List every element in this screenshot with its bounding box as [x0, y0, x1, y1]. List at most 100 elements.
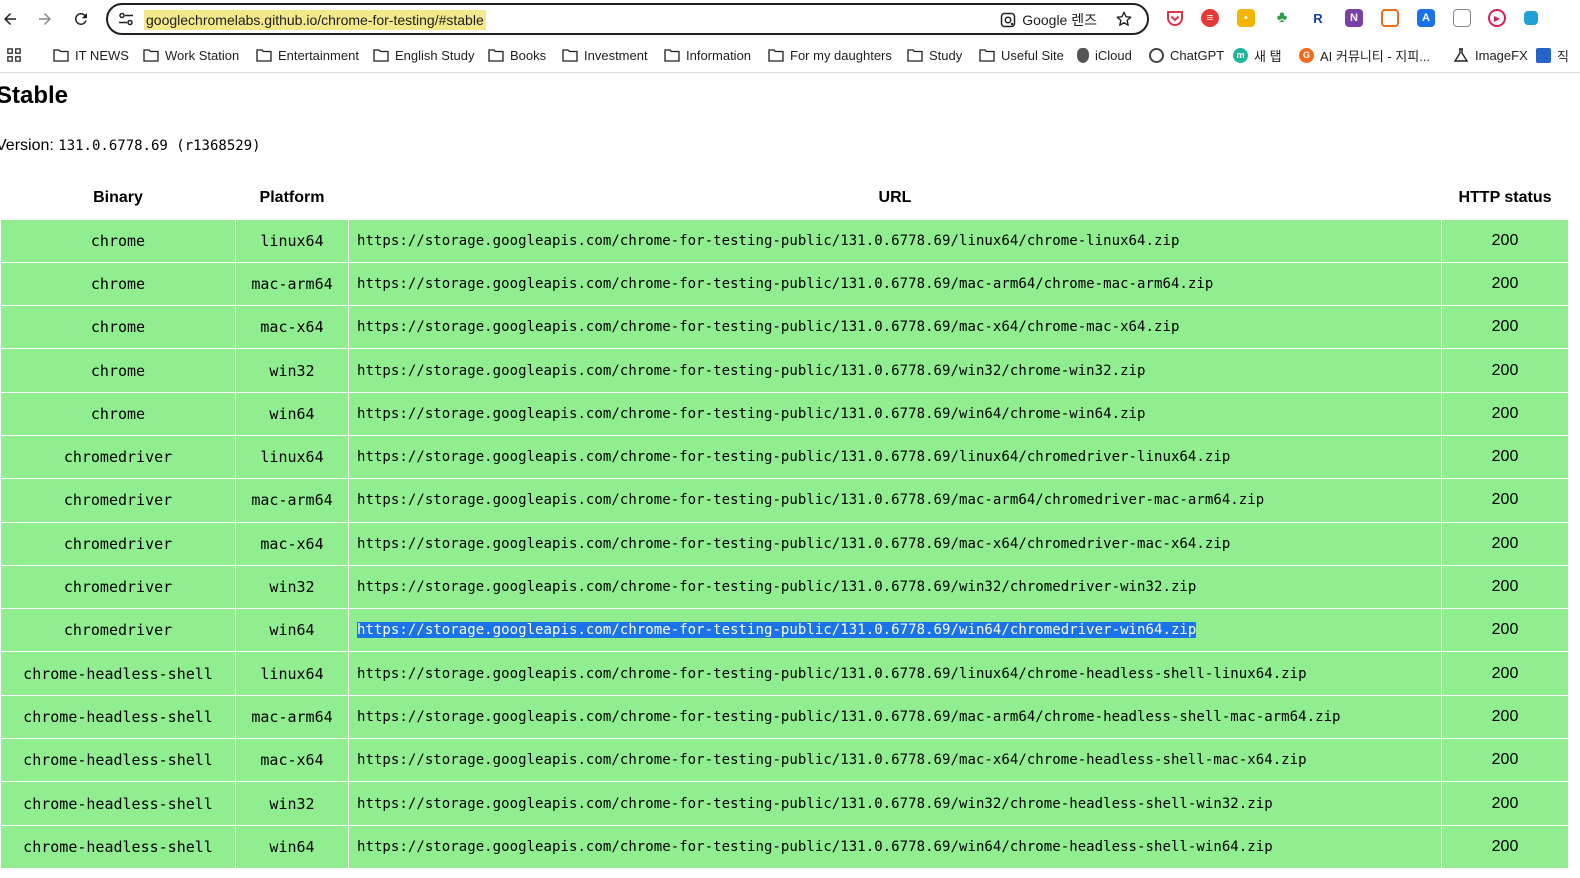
url-cell: https://storage.googleapis.com/chrome-fo…: [348, 391, 1442, 436]
bookmark-folder-entertainment[interactable]: Entertainment: [256, 46, 359, 64]
folder-icon: [143, 49, 159, 62]
table-row: chrome linux64 https://storage.googleapi…: [0, 218, 1569, 263]
arrow-right-icon: [39, 13, 51, 25]
layout-extension-icon[interactable]: [1381, 9, 1399, 27]
bookmark-folder-it-news[interactable]: IT NEWS: [53, 46, 129, 64]
bookmark-folder-english-study[interactable]: English Study: [373, 46, 475, 64]
download-url[interactable]: https://storage.googleapis.com/chrome-fo…: [357, 709, 1341, 725]
folder-icon: [979, 49, 995, 62]
bookmark-label: Study: [929, 47, 963, 63]
play-extension-icon[interactable]: ▶: [1488, 9, 1506, 27]
bookmark-news[interactable]: 직: [1536, 46, 1569, 64]
download-url[interactable]: https://storage.googleapis.com/chrome-fo…: [357, 536, 1230, 552]
bookmark-folder-work-station[interactable]: Work Station: [143, 46, 239, 64]
apple-icon: [1077, 47, 1089, 63]
download-url[interactable]: https://storage.googleapis.com/chrome-fo…: [357, 666, 1307, 682]
openai-icon: [1149, 47, 1164, 63]
keep-extension-icon[interactable]: ▪: [1237, 9, 1255, 27]
stack-extension-icon[interactable]: ≡: [1201, 9, 1219, 27]
bookmark-label: Entertainment: [278, 47, 359, 63]
table-body: chrome linux64 https://storage.googleapi…: [0, 218, 1569, 869]
bookmark-star-icon[interactable]: [1115, 10, 1133, 28]
bookmarks-bar: IT NEWS Work Station Entertainment Engli…: [0, 38, 1580, 73]
r-extension-icon[interactable]: R: [1309, 9, 1327, 27]
folder-icon: [373, 49, 389, 62]
bookmark-folder-investment[interactable]: Investment: [562, 46, 648, 64]
download-url[interactable]: https://storage.googleapis.com/chrome-fo…: [357, 319, 1179, 335]
bookmark-folder-useful-site[interactable]: Useful Site: [979, 46, 1064, 64]
platform-cell: win64: [235, 391, 349, 436]
download-url[interactable]: https://storage.googleapis.com/chrome-fo…: [357, 839, 1273, 855]
bookmark-label: IT NEWS: [75, 47, 129, 63]
binary-cell: chrome-headless-shell: [0, 824, 236, 869]
apps-button[interactable]: [6, 46, 22, 64]
bookmark-imagefx[interactable]: ImageFX: [1453, 46, 1528, 64]
community-icon: G: [1299, 47, 1314, 63]
download-url[interactable]: https://storage.googleapis.com/chrome-fo…: [357, 796, 1273, 812]
download-url[interactable]: https://storage.googleapis.com/chrome-fo…: [357, 492, 1264, 508]
platform-cell: mac-x64: [235, 738, 349, 783]
status-cell: 200: [1441, 781, 1569, 826]
status-cell: 200: [1441, 738, 1569, 783]
bookmark-folder-information[interactable]: Information: [664, 46, 751, 64]
forward-button[interactable]: [27, 1, 63, 37]
binary-cell: chromedriver: [0, 434, 236, 480]
platform-cell: win32: [235, 564, 349, 610]
bookmark-new-tab[interactable]: m 새 탭: [1233, 46, 1282, 64]
binary-cell: chrome-headless-shell: [0, 694, 236, 740]
address-bar-url[interactable]: googlechromelabs.github.io/chrome-for-te…: [144, 10, 486, 30]
reload-button[interactable]: [63, 1, 99, 37]
onenote-extension-icon[interactable]: N: [1345, 9, 1363, 27]
folder-icon: [768, 49, 784, 62]
bookmark-label: Work Station: [165, 47, 240, 63]
download-url[interactable]: https://storage.googleapis.com/chrome-fo…: [357, 449, 1230, 465]
bookmark-label: 새 탭: [1254, 48, 1282, 64]
lens-label: Google 렌즈: [1022, 12, 1097, 28]
download-url[interactable]: https://storage.googleapis.com/chrome-fo…: [357, 406, 1146, 422]
url-cell: https://storage.googleapis.com/chrome-fo…: [348, 824, 1442, 869]
table-row: chromedriver win32 https://storage.googl…: [0, 564, 1569, 610]
bookmark-folder-for-my-daughters[interactable]: For my daughters: [768, 46, 892, 64]
header-platform: Platform: [235, 177, 349, 219]
browser-toolbar: googlechromelabs.github.io/chrome-for-te…: [0, 0, 1580, 38]
bookmark-ai-community[interactable]: G AI 커뮤니티 - 지피...: [1299, 46, 1430, 64]
download-url[interactable]: https://storage.googleapis.com/chrome-fo…: [357, 276, 1213, 292]
platform-cell: mac-x64: [235, 305, 349, 350]
download-url-selected[interactable]: https://storage.googleapis.com/chrome-fo…: [357, 622, 1197, 639]
pocket-extension-icon[interactable]: [1166, 9, 1184, 27]
platform-cell: mac-arm64: [235, 694, 349, 740]
table-row-selected: chromedriver win64 https://storage.googl…: [0, 608, 1569, 653]
binary-cell: chromedriver: [0, 564, 236, 610]
table-row: chrome-headless-shell mac-arm64 https://…: [0, 694, 1569, 740]
bookmark-folder-books[interactable]: Books: [488, 46, 546, 64]
status-cell: 200: [1441, 305, 1569, 350]
address-bar[interactable]: googlechromelabs.github.io/chrome-for-te…: [106, 3, 1149, 35]
folder-icon: [907, 49, 923, 62]
lens-icon: [1000, 12, 1016, 28]
table-row: chrome win32 https://storage.googleapis.…: [0, 348, 1569, 393]
download-url[interactable]: https://storage.googleapis.com/chrome-fo…: [357, 363, 1146, 379]
version-prefix: Version:: [0, 137, 54, 154]
download-url[interactable]: https://storage.googleapis.com/chrome-fo…: [357, 752, 1307, 768]
table-row: chrome-headless-shell linux64 https://st…: [0, 651, 1569, 696]
site-info-icon[interactable]: [118, 11, 134, 27]
evernote-extension-icon[interactable]: ♣: [1273, 9, 1291, 27]
google-lens-button[interactable]: Google 렌즈: [1000, 10, 1097, 30]
translate-extension-icon[interactable]: A: [1417, 9, 1435, 27]
url-cell: https://storage.googleapis.com/chrome-fo…: [348, 608, 1442, 653]
bookmark-label: English Study: [395, 47, 475, 63]
version-value: 131.0.6778.69 (r1368529): [58, 138, 261, 154]
extension-icon[interactable]: [1524, 11, 1538, 25]
url-cell: https://storage.googleapis.com/chrome-fo…: [348, 348, 1442, 393]
platform-cell: win64: [235, 824, 349, 869]
download-url[interactable]: https://storage.googleapis.com/chrome-fo…: [357, 579, 1196, 595]
bookmark-icloud[interactable]: iCloud: [1077, 46, 1132, 64]
back-button[interactable]: [0, 1, 28, 37]
bookmark-chatgpt[interactable]: ChatGPT: [1149, 46, 1224, 64]
status-cell: 200: [1441, 261, 1569, 307]
table-row: chrome mac-x64 https://storage.googleapi…: [0, 305, 1569, 350]
binary-cell: chrome: [0, 261, 236, 307]
download-url[interactable]: https://storage.googleapis.com/chrome-fo…: [357, 233, 1179, 249]
screen-extension-icon[interactable]: [1453, 9, 1471, 27]
bookmark-folder-study[interactable]: Study: [907, 46, 962, 64]
